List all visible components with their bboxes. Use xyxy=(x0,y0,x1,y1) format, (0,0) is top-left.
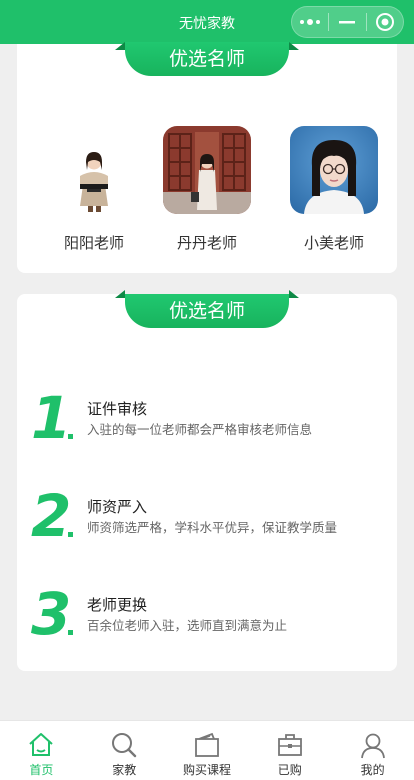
target-close-icon xyxy=(375,13,394,31)
tab-label: 首页 xyxy=(29,763,54,777)
step-dot xyxy=(68,532,73,537)
home-icon xyxy=(29,733,54,756)
step-number: 2 xyxy=(31,482,72,550)
tab-label: 已购 xyxy=(277,763,302,777)
more-button[interactable] xyxy=(292,7,328,37)
step-item: 3 老师更换 百余位老师入驻，选师直到满意为止 xyxy=(31,584,391,654)
teacher-photo xyxy=(163,126,251,214)
section-title: 优选名师 xyxy=(125,42,289,76)
tab-bar: 首页 家教 购买课程 已购 我的 xyxy=(0,720,414,780)
section-title: 优选名师 xyxy=(125,294,289,328)
tab-purchased[interactable]: 已购 xyxy=(248,721,331,780)
featured-teachers-card: 优选名师 阳阳老师 丹丹老师 小美老师 xyxy=(17,42,397,273)
step-number: 1 xyxy=(31,384,72,452)
briefcase-icon xyxy=(277,734,302,756)
step-description: 师资筛选严格，学科水平优异，保证教学质量 xyxy=(87,520,338,535)
navigation-bar: 无忧家教 xyxy=(0,0,414,44)
teacher-photo xyxy=(50,126,138,214)
section-ribbon: 优选名师 xyxy=(115,42,299,78)
tab-label: 我的 xyxy=(360,763,385,777)
step-number: 3 xyxy=(31,580,72,648)
teacher-name: 小美老师 xyxy=(303,234,364,252)
teacher-name: 丹丹老师 xyxy=(176,234,237,252)
step-dot xyxy=(68,630,73,635)
mini-program-capsule xyxy=(291,6,404,38)
teacher-list: 阳阳老师 丹丹老师 小美老师 xyxy=(17,126,397,256)
search-icon xyxy=(112,733,137,758)
more-dots-icon xyxy=(300,19,321,25)
tab-label: 购买课程 xyxy=(182,763,231,777)
teacher-card[interactable]: 阳阳老师 xyxy=(44,126,144,253)
step-item: 2 师资严入 师资筛选严格，学科水平优异，保证教学质量 xyxy=(31,486,391,556)
minus-icon xyxy=(339,21,356,24)
step-description: 百余位老师入驻，选师直到满意为止 xyxy=(87,618,288,633)
close-button[interactable] xyxy=(367,7,403,37)
wallet-icon xyxy=(195,732,219,757)
step-title: 老师更换 xyxy=(87,596,148,614)
tab-home[interactable]: 首页 xyxy=(0,721,83,780)
tab-buy-course[interactable]: 购买课程 xyxy=(166,721,249,780)
tab-tutor[interactable]: 家教 xyxy=(83,721,166,780)
tab-mine[interactable]: 我的 xyxy=(331,721,414,780)
section-ribbon: 优选名师 xyxy=(115,290,299,328)
teacher-card[interactable]: 丹丹老师 xyxy=(157,126,257,253)
step-dot xyxy=(68,434,73,439)
step-title: 师资严入 xyxy=(87,498,148,516)
person-icon xyxy=(360,733,385,759)
tab-label: 家教 xyxy=(112,763,137,777)
teacher-card[interactable]: 小美老师 xyxy=(284,126,384,253)
minimize-button[interactable] xyxy=(329,7,365,37)
teacher-photo xyxy=(290,126,378,214)
guarantee-card: 优选名师 1 证件审核 入驻的每一位老师都会严格审核老师信息 2 师资严入 师资… xyxy=(17,290,397,671)
step-title: 证件审核 xyxy=(87,400,148,418)
step-item: 1 证件审核 入驻的每一位老师都会严格审核老师信息 xyxy=(31,388,391,458)
teacher-name: 阳阳老师 xyxy=(63,234,124,252)
step-description: 入驻的每一位老师都会严格审核老师信息 xyxy=(87,422,313,437)
